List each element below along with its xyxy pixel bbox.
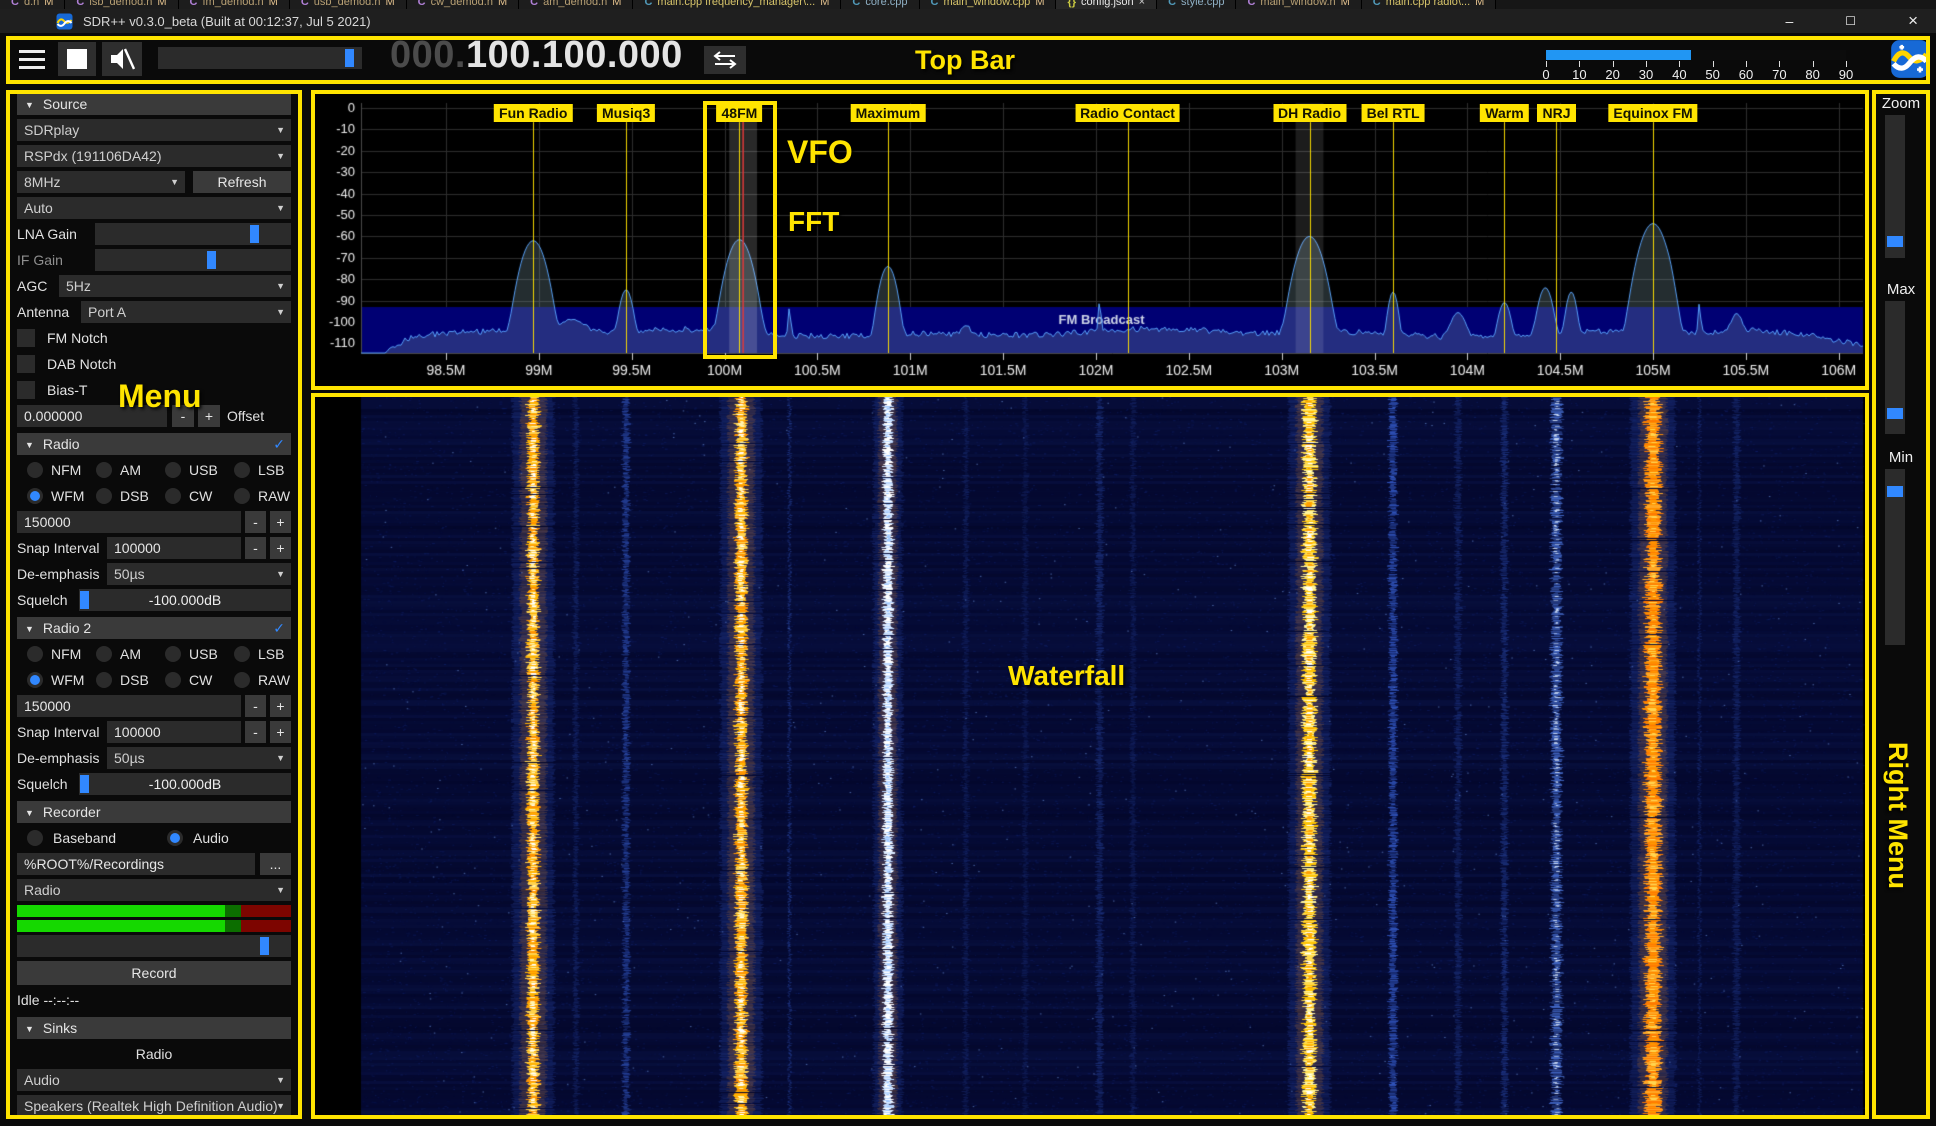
editor-tab[interactable]: {} config.json × bbox=[1056, 0, 1157, 9]
file-type-icon: C bbox=[76, 0, 84, 9]
modified-marker: M bbox=[612, 0, 621, 9]
annotation-waterfall-label: Waterfall bbox=[1008, 660, 1125, 692]
maximize-button[interactable]: ☐ bbox=[1845, 14, 1856, 28]
modified-marker: M bbox=[385, 0, 394, 9]
file-type-icon: C bbox=[1373, 0, 1381, 9]
editor-tab[interactable]: Cfm_demod.h M bbox=[179, 0, 290, 9]
background-editor-tabstrip: Cd.hMCisb_demod.hMCfm_demod.hMCusb_demod… bbox=[0, 0, 1936, 9]
annotation-box-menu bbox=[6, 90, 302, 1119]
editor-tab[interactable]: Cisb_demod.h M bbox=[65, 0, 178, 9]
modified-marker: M bbox=[44, 0, 53, 9]
annotation-rightmenu-label: Right Menu bbox=[1882, 742, 1913, 889]
editor-tab[interactable]: Ccore.cpp bbox=[841, 0, 919, 9]
editor-tab[interactable]: Cstyle.cpp bbox=[1157, 0, 1236, 9]
minimize-button[interactable]: – bbox=[1786, 13, 1794, 29]
annotation-topbar-label: Top Bar bbox=[915, 45, 1015, 76]
editor-tab-label: style.cpp bbox=[1181, 0, 1224, 9]
editor-tab-label: main.cpp radio\... bbox=[1386, 0, 1470, 9]
app-logo-icon bbox=[56, 13, 73, 30]
modified-marker: M bbox=[1035, 0, 1044, 9]
editor-tab[interactable]: Cd.h M bbox=[0, 0, 65, 9]
annotation-box-vfo bbox=[703, 101, 777, 359]
modified-marker: M bbox=[820, 0, 829, 9]
modified-marker: M bbox=[269, 0, 278, 9]
file-type-icon: C bbox=[530, 0, 538, 9]
editor-tab-label: usb_demod.h bbox=[314, 0, 381, 9]
close-button[interactable]: × bbox=[1908, 11, 1918, 31]
annotation-box-rightmenu bbox=[1872, 90, 1930, 1119]
file-type-icon: C bbox=[1168, 0, 1176, 9]
editor-tab[interactable]: Cmain.cpp frequency_manager\... M bbox=[633, 0, 841, 9]
editor-tab-label: config.json bbox=[1081, 0, 1134, 9]
annotation-menu-label: Menu bbox=[118, 378, 202, 415]
editor-tab-label: d.h bbox=[24, 0, 39, 9]
modified-marker: M bbox=[1341, 0, 1350, 9]
file-type-icon: C bbox=[852, 0, 860, 9]
modified-marker: M bbox=[1475, 0, 1484, 9]
editor-tab[interactable]: Cmain.cpp radio\... M bbox=[1362, 0, 1497, 9]
file-type-icon: {} bbox=[1067, 0, 1076, 9]
file-type-icon: C bbox=[931, 0, 939, 9]
editor-tab-label: main_window.cpp bbox=[943, 0, 1030, 9]
editor-tab[interactable]: Cusb_demod.h M bbox=[290, 0, 407, 9]
modified-marker: M bbox=[498, 0, 507, 9]
annotation-box-waterfall bbox=[311, 393, 1869, 1119]
editor-tab[interactable]: Ccw_demod.h M bbox=[407, 0, 520, 9]
editor-tab-label: core.cpp bbox=[865, 0, 907, 9]
sdrpp-window: Cd.hMCisb_demod.hMCfm_demod.hMCusb_demod… bbox=[0, 0, 1936, 1126]
editor-tab-label: isb_demod.h bbox=[89, 0, 152, 9]
editor-tab[interactable]: Cam_demod.h M bbox=[519, 0, 633, 9]
editor-tab-label: fm_demod.h bbox=[203, 0, 264, 9]
annotation-vfo-label: VFO bbox=[787, 134, 853, 171]
editor-tab-label: main_window.h bbox=[1260, 0, 1335, 9]
editor-tab[interactable]: Cmain_window.h M bbox=[1236, 0, 1361, 9]
modified-marker: M bbox=[157, 0, 166, 9]
editor-tab[interactable]: Cmain_window.cpp M bbox=[920, 0, 1057, 9]
file-type-icon: C bbox=[644, 0, 652, 9]
file-type-icon: C bbox=[190, 0, 198, 9]
editor-tab-label: cw_demod.h bbox=[431, 0, 493, 9]
file-type-icon: C bbox=[11, 0, 19, 9]
close-tab-icon[interactable]: × bbox=[1139, 0, 1145, 9]
file-type-icon: C bbox=[418, 0, 426, 9]
annotation-box-fft bbox=[311, 90, 1869, 390]
file-type-icon: C bbox=[301, 0, 309, 9]
window-title: SDR++ v0.3.0_beta (Built at 00:12:37, Ju… bbox=[83, 14, 371, 29]
editor-tab-label: main.cpp frequency_manager\... bbox=[657, 0, 815, 9]
titlebar: SDR++ v0.3.0_beta (Built at 00:12:37, Ju… bbox=[0, 9, 1936, 33]
file-type-icon: C bbox=[1247, 0, 1255, 9]
editor-tab-label: am_demod.h bbox=[543, 0, 607, 9]
annotation-fft-label: FFT bbox=[788, 206, 839, 238]
